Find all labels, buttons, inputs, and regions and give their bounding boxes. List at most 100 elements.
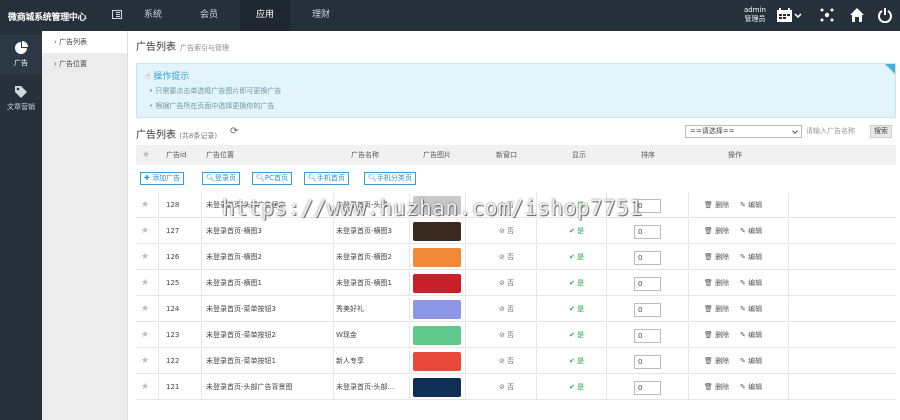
star-icon[interactable]: ★ xyxy=(141,279,149,288)
delete-button[interactable]: 🗑︎ 删除 xyxy=(704,219,729,244)
new-window-toggle[interactable]: ⊘ 否 xyxy=(499,297,514,322)
cell-id: 125 xyxy=(166,279,180,287)
filter-login-button[interactable]: 🔍︎登录页 xyxy=(202,172,240,185)
star-icon[interactable]: ★ xyxy=(141,331,149,340)
star-icon[interactable]: ★ xyxy=(141,305,149,314)
power-icon[interactable] xyxy=(877,7,893,23)
nav-apps[interactable]: 应用 xyxy=(240,0,290,31)
admin-role: 管理员 xyxy=(744,15,766,23)
nav-system[interactable]: 系统 xyxy=(128,0,178,31)
new-window-toggle[interactable]: ⊘ 否 xyxy=(499,271,514,296)
home-icon[interactable] xyxy=(849,7,865,23)
delete-label: 删除 xyxy=(715,227,730,235)
show-toggle[interactable]: ✔ 是 xyxy=(569,245,584,270)
new-window-toggle[interactable]: ⊘ 否 xyxy=(499,245,514,270)
col-header: 操作 xyxy=(728,151,742,159)
ad-image-thumbnail[interactable] xyxy=(413,378,461,397)
sort-input[interactable]: 0 xyxy=(634,329,661,343)
sort-input[interactable]: 0 xyxy=(634,225,661,239)
delete-button[interactable]: 🗑︎ 删除 xyxy=(704,375,729,400)
new-window-toggle[interactable]: ⊘ 否 xyxy=(499,349,514,374)
delete-button[interactable]: 🗑︎ 删除 xyxy=(704,271,729,296)
star-icon[interactable]: ★ xyxy=(141,201,149,210)
delete-button[interactable]: 🗑︎ 删除 xyxy=(704,245,729,270)
new-window-toggle[interactable]: ⊘ 否 xyxy=(499,219,514,244)
refresh-icon[interactable]: ⟳ xyxy=(230,126,238,137)
table-header: ★ 广告id 广告位置 广告名称 广告图片 新窗口 显示 排序 操作 xyxy=(136,145,896,165)
ad-image-thumbnail[interactable] xyxy=(413,248,461,267)
tag-icon xyxy=(15,86,27,98)
cell-position: 未登录首页-菜单按钮3 xyxy=(206,305,276,313)
sidebar-item-marketing[interactable]: 文章营销 xyxy=(0,79,42,119)
show-toggle[interactable]: ✔ 是 xyxy=(569,271,584,296)
edit-button[interactable]: ✎ 编辑 xyxy=(740,245,762,270)
toggle-label: 否 xyxy=(507,253,515,261)
filter-mobile-home-button[interactable]: 🔍︎手机首页 xyxy=(304,172,349,185)
cell-id: 121 xyxy=(166,383,180,391)
edit-button[interactable]: ✎ 编辑 xyxy=(740,297,762,322)
delete-button[interactable]: 🗑︎ 删除 xyxy=(704,349,729,374)
filter-select[interactable]: ==请选择== xyxy=(685,125,802,138)
toggle-label: 是 xyxy=(577,279,585,287)
ad-image-thumbnail[interactable] xyxy=(413,300,461,319)
search-input[interactable]: 请输入广告名称 xyxy=(804,125,868,138)
new-window-toggle[interactable]: ⊘ 否 xyxy=(499,323,514,348)
star-icon[interactable]: ★ xyxy=(141,383,149,392)
edit-button[interactable]: ✎ 编辑 xyxy=(740,271,762,296)
sidebar-item-ads[interactable]: 广告 xyxy=(0,35,42,75)
add-ad-button[interactable]: ✚ 添加广告 xyxy=(140,172,185,185)
show-toggle[interactable]: ✔ 是 xyxy=(569,349,584,374)
edit-button[interactable]: ✎ 编辑 xyxy=(740,219,762,244)
subnav-ad-list[interactable]: › 广告列表 xyxy=(42,31,127,53)
ad-image-thumbnail[interactable] xyxy=(413,352,461,371)
apps-icon[interactable] xyxy=(819,7,835,23)
top-bar: 微商城系统管理中心 系统 会员 应用 理财 admin 管理员 xyxy=(0,0,900,31)
ad-image-thumbnail[interactable] xyxy=(413,222,461,241)
delete-button[interactable]: 🗑︎ 删除 xyxy=(704,297,729,322)
table-row: ★ 121 未登录首页-头部广告背景图 未登录首页-头部... ⊘ 否 ✔ 是 0 🗑︎ 删除… xyxy=(136,375,896,400)
subnav-ad-position[interactable]: › 广告位置 xyxy=(42,53,127,75)
button-label: PC首页 xyxy=(264,174,288,182)
nav-member[interactable]: 会员 xyxy=(184,0,234,31)
ad-image-thumbnail[interactable] xyxy=(413,274,461,293)
sort-input[interactable]: 0 xyxy=(634,381,661,395)
edit-button[interactable]: ✎ 编辑 xyxy=(740,323,762,348)
subnav-label: 广告位置 xyxy=(59,60,88,68)
delete-label: 删除 xyxy=(715,331,730,339)
edit-button[interactable]: ✎ 编辑 xyxy=(740,349,762,374)
show-toggle[interactable]: ✔ 是 xyxy=(569,375,584,400)
collapse-corner-icon[interactable] xyxy=(885,64,895,74)
new-window-toggle[interactable]: ⊘ 否 xyxy=(499,375,514,400)
show-toggle[interactable]: ✔ 是 xyxy=(569,297,584,322)
star-icon[interactable]: ★ xyxy=(141,253,149,262)
sort-input[interactable]: 0 xyxy=(634,277,661,291)
edit-label: 编辑 xyxy=(748,331,763,339)
edit-button[interactable]: ✎ 编辑 xyxy=(740,193,762,218)
menu-toggle-icon[interactable] xyxy=(112,10,122,19)
sort-input[interactable]: 0 xyxy=(634,355,661,369)
filter-pc-button[interactable]: 🔍︎PC首页 xyxy=(252,172,292,185)
show-toggle[interactable]: ✔ 是 xyxy=(569,219,584,244)
admin-info[interactable]: admin 管理员 xyxy=(744,6,766,24)
tip-text: 根据广告所在页面中选择更换你的广告 xyxy=(155,102,275,110)
tips-title[interactable]: ☝ 操作提示 xyxy=(145,69,189,82)
cell-name: W现金 xyxy=(336,331,357,339)
button-label: 添加广告 xyxy=(152,174,181,182)
cell-name: 秀美好礼 xyxy=(336,305,364,313)
table-row: ★ 122 未登录首页-菜单按钮1 新人专享 ⊘ 否 ✔ 是 0 🗑︎ 删除 ✎ 编辑 xyxy=(136,349,896,374)
show-toggle[interactable]: ✔ 是 xyxy=(569,323,584,348)
sort-input[interactable]: 0 xyxy=(634,251,661,265)
edit-button[interactable]: ✎ 编辑 xyxy=(740,375,762,400)
ad-image-thumbnail[interactable] xyxy=(413,326,461,345)
nav-finance[interactable]: 理财 xyxy=(296,0,346,31)
page-title: 广告列表 广告索引与管理 xyxy=(136,38,229,53)
filter-mobile-category-button[interactable]: 🔍︎手机分类页 xyxy=(364,172,416,185)
star-icon[interactable]: ★ xyxy=(141,227,149,236)
toggle-label: 是 xyxy=(577,383,585,391)
sort-input[interactable]: 0 xyxy=(634,303,661,317)
star-icon[interactable]: ★ xyxy=(141,357,149,366)
search-button[interactable]: 搜索 xyxy=(870,125,892,138)
calendar-icon[interactable] xyxy=(776,7,802,23)
delete-button[interactable]: 🗑︎ 删除 xyxy=(704,323,729,348)
delete-button[interactable]: 🗑︎ 删除 xyxy=(704,193,729,218)
